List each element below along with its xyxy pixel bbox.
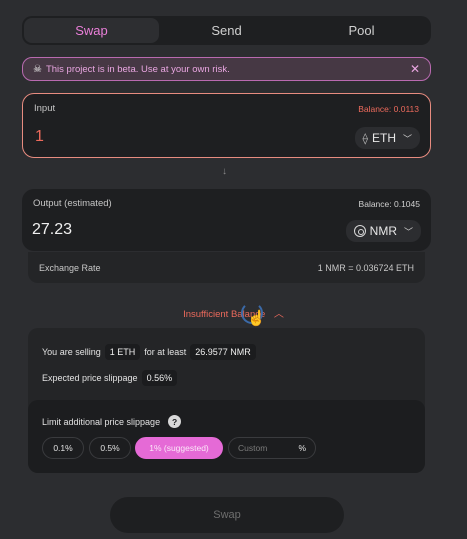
eth-icon: ⟠ xyxy=(362,132,368,145)
slippage-option-1-suggested[interactable]: 1% (suggested) xyxy=(135,437,223,459)
arrow-down-icon: ↓ xyxy=(222,166,227,177)
insufficient-balance-toggle[interactable]: Insufficient Balance ︿ xyxy=(0,305,467,320)
slippage-option-0-5[interactable]: 0.5% xyxy=(89,437,131,459)
selling-amount: 1 ETH xyxy=(104,344,141,360)
input-label: Input xyxy=(34,103,56,114)
slippage-limit-panel: Limit additional price slippage ? 0.1% 0… xyxy=(28,400,425,473)
exchange-rate-value: 1 NMR = 0.036724 ETH xyxy=(317,262,414,273)
selling-prefix: You are selling xyxy=(42,347,101,357)
beta-warning-banner: ☠ This project is in beta. Use at your o… xyxy=(22,57,431,81)
output-amount-field[interactable]: 27.23 xyxy=(32,221,72,239)
output-token-select[interactable]: NMR ﹀ xyxy=(345,220,421,242)
custom-slippage-field[interactable]: % xyxy=(228,437,316,459)
tab-send[interactable]: Send xyxy=(159,18,294,43)
slippage-limit-header: Limit additional price slippage ? xyxy=(42,415,182,428)
input-token-select[interactable]: ⟠ ETH ﹀ xyxy=(354,127,420,149)
exchange-rate-label: Exchange Rate xyxy=(39,262,101,273)
nav-tabs: Swap Send Pool xyxy=(22,16,431,45)
help-icon[interactable]: ? xyxy=(168,415,182,428)
input-token-label: ETH xyxy=(371,131,396,145)
slippage-option-0-1[interactable]: 0.1% xyxy=(42,437,84,459)
tab-swap[interactable]: Swap xyxy=(24,18,159,43)
beta-warning-text: This project is in beta. Use at your own… xyxy=(45,63,230,75)
tab-pool[interactable]: Pool xyxy=(294,18,429,43)
chevron-up-icon: ︿ xyxy=(273,309,284,320)
input-balance: Balance: 0.0113 xyxy=(358,104,419,114)
slippage-limit-label: Limit additional price slippage xyxy=(42,416,161,427)
input-amount-field[interactable] xyxy=(35,128,235,146)
slippage-summary: Expected price slippage 0.56% xyxy=(42,370,178,386)
selling-middle: for at least xyxy=(144,347,187,357)
close-icon[interactable]: ✕ xyxy=(410,62,420,76)
output-balance: Balance: 0.1045 xyxy=(358,199,420,209)
transaction-details: You are selling 1 ETH for at least 26.95… xyxy=(28,328,425,473)
exchange-rate-row: Exchange Rate 1 NMR = 0.036724 ETH xyxy=(28,252,425,283)
output-panel: Output (estimated) Balance: 0.1045 27.23… xyxy=(22,189,431,251)
input-panel: Input Balance: 0.0113 ⟠ ETH ﹀ xyxy=(22,93,431,158)
hand-cursor-icon: ☝ xyxy=(247,310,266,327)
chevron-down-icon: ﹀ xyxy=(402,133,412,144)
skull-icon: ☠ xyxy=(33,63,42,75)
selling-summary: You are selling 1 ETH for at least 26.95… xyxy=(42,344,256,360)
chevron-down-icon: ﹀ xyxy=(403,226,413,237)
nmr-icon xyxy=(353,225,366,237)
slippage-value: 0.56% xyxy=(141,370,178,386)
custom-slippage-input[interactable] xyxy=(238,443,296,453)
output-label: Output (estimated) xyxy=(33,198,112,209)
swap-button[interactable]: Swap xyxy=(110,497,344,533)
output-token-label: NMR xyxy=(369,224,397,238)
slippage-label: Expected price slippage xyxy=(42,373,138,383)
custom-slippage-unit: % xyxy=(298,443,306,453)
receive-amount: 26.9577 NMR xyxy=(190,344,256,360)
